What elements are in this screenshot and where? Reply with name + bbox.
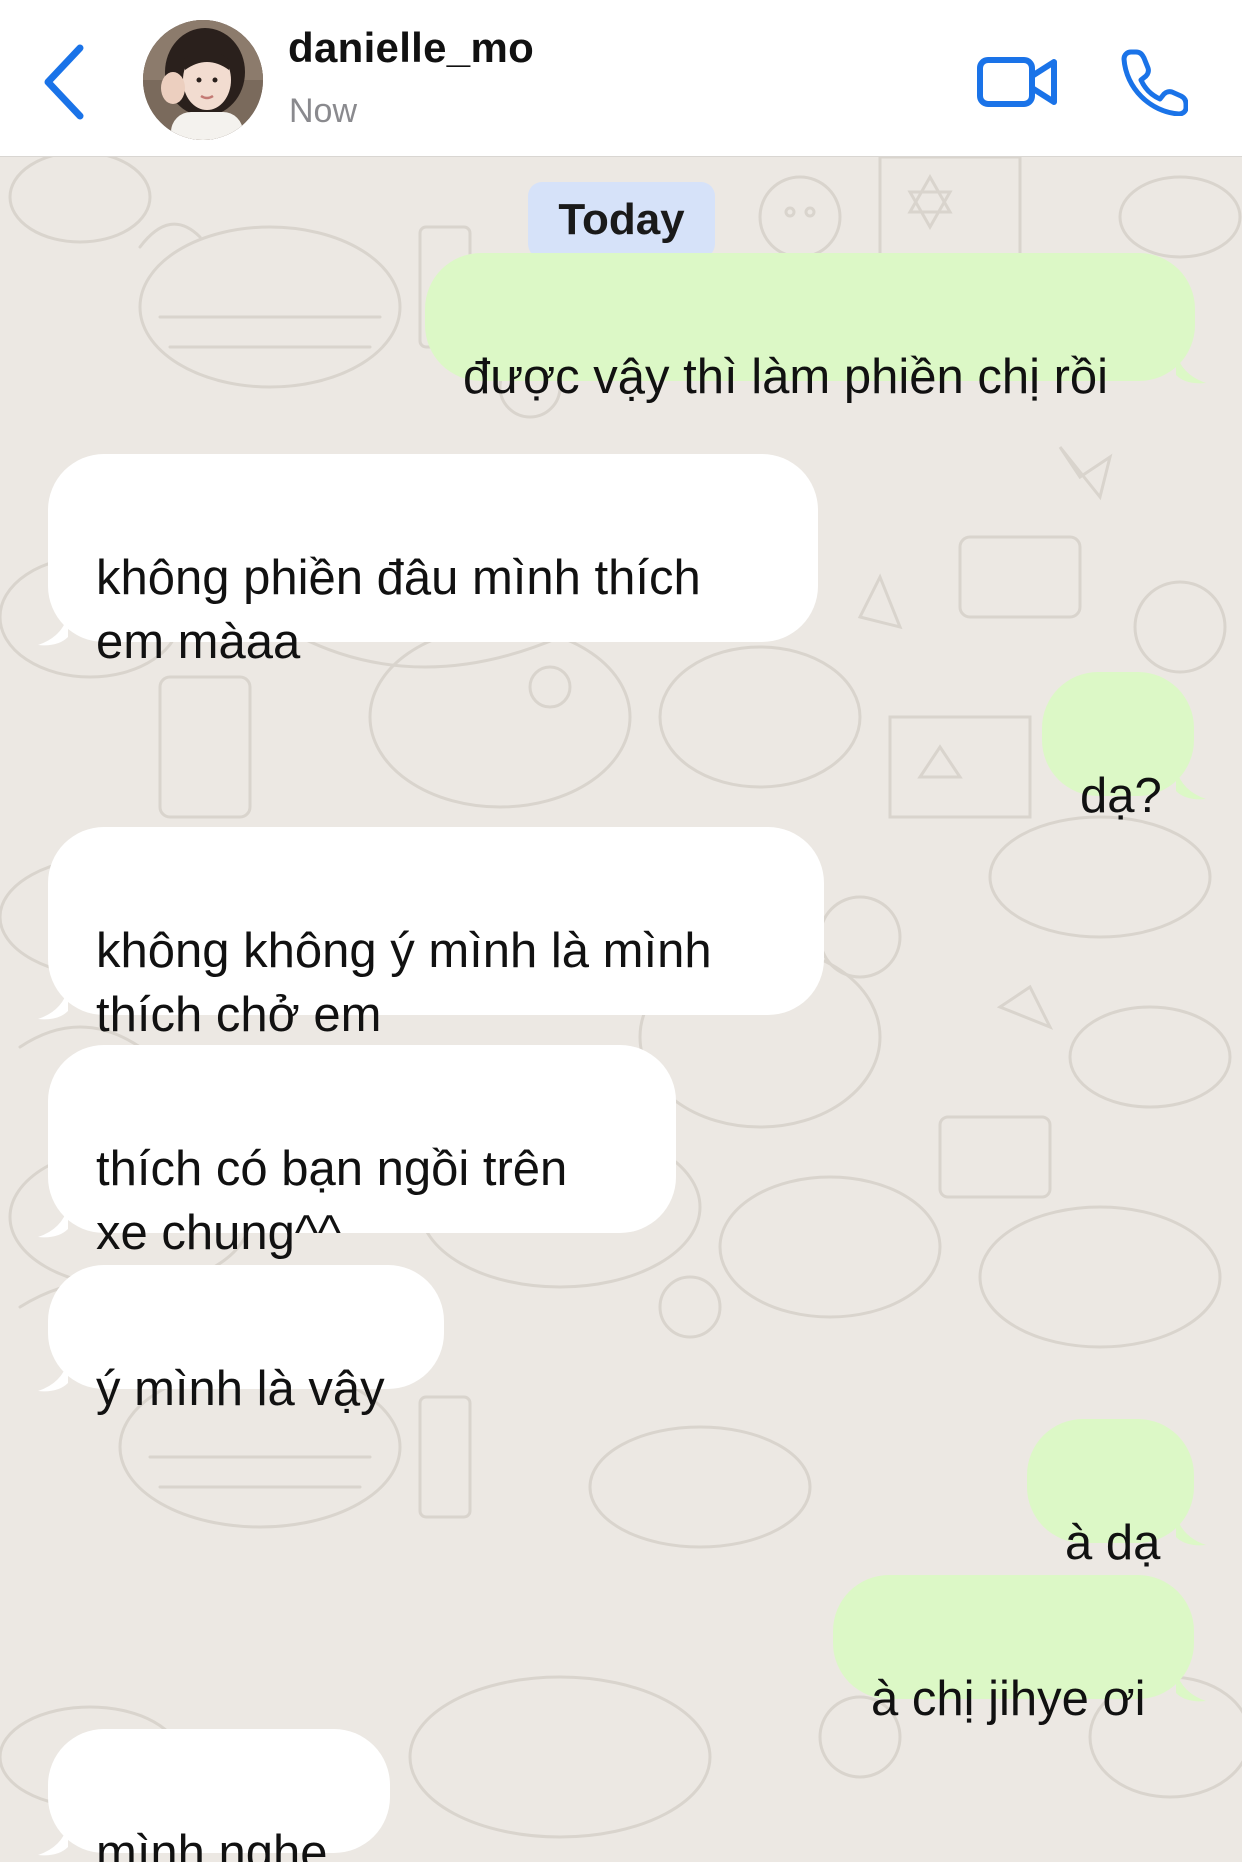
bubble-tail-incoming <box>38 1207 68 1238</box>
avatar[interactable] <box>143 20 263 140</box>
contact-status: Now <box>289 92 358 130</box>
bubble-tail-incoming <box>38 615 68 646</box>
message-text: được vậy thì làm phiền chị rồi <box>463 350 1109 404</box>
message-bubble-incoming[interactable]: không phiền đâu mình thích em màaa <box>48 454 818 669</box>
message-text: mình nghe <box>96 1826 328 1862</box>
video-camera-icon <box>977 57 1057 107</box>
bubble-tail-outgoing <box>1176 1515 1206 1546</box>
message-bubble-incoming[interactable]: không không ý mình là mình thích chở em <box>48 827 824 1042</box>
bubble-tail-outgoing <box>1176 769 1206 800</box>
chat-header: danielle_mo Now <box>0 0 1242 157</box>
message-text: à dạ <box>1065 1516 1161 1570</box>
message-bubble-outgoing[interactable]: được vậy thì làm phiền chị rồi <box>425 253 1195 404</box>
bubble-tail-incoming <box>38 1825 68 1856</box>
bubble-tail-outgoing <box>1176 353 1206 384</box>
message-bubble-outgoing[interactable]: à dạ <box>1027 1419 1194 1570</box>
bubble-tail-incoming <box>38 989 68 1020</box>
message-text: à chị jihye ơi <box>871 1672 1146 1726</box>
video-call-button[interactable] <box>976 52 1060 112</box>
date-separator: Today <box>528 182 715 258</box>
message-text: dạ? <box>1080 769 1162 823</box>
phone-icon <box>1121 49 1189 117</box>
contact-name[interactable]: danielle_mo <box>288 24 534 72</box>
message-bubble-incoming[interactable]: thích có bạn ngồi trên xe chung^^ <box>48 1045 676 1260</box>
bubble-tail-outgoing <box>1176 1671 1206 1702</box>
avatar-photo <box>143 20 263 140</box>
message-text: ý mình là vậy <box>96 1362 385 1416</box>
back-button[interactable] <box>36 40 96 124</box>
chevron-left-icon <box>44 44 84 120</box>
message-bubble-outgoing[interactable]: à chị jihye ơi <box>833 1575 1194 1726</box>
message-bubble-incoming[interactable]: ý mình là vậy <box>48 1265 444 1416</box>
voice-call-button[interactable] <box>1118 46 1189 117</box>
message-bubble-incoming[interactable]: mình nghe <box>48 1729 390 1862</box>
message-bubble-outgoing[interactable]: dạ? <box>1042 672 1194 823</box>
chat-area[interactable]: Today được vậy thì làm phiền chị rồi khô… <box>0 157 1242 1862</box>
bubble-tail-incoming <box>38 1361 68 1392</box>
